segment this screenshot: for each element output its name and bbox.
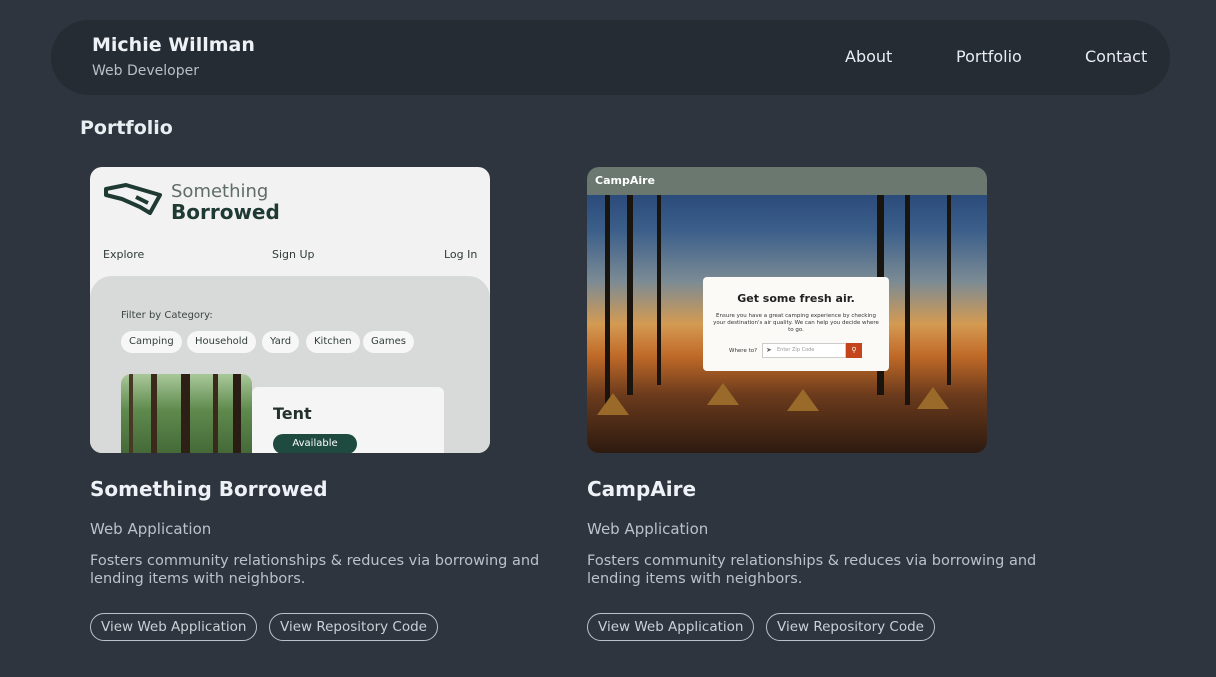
thumb-nav-explore: Explore [103,248,145,261]
thumb-input-label: Where to? [729,348,758,354]
thumb-chip: Games [363,331,414,353]
tree [947,195,951,385]
thumb-item-title: Tent [273,404,312,423]
hand-logo-icon [104,183,162,215]
tent [917,387,949,409]
project-type: Web Application [90,520,212,538]
thumb-chip: Camping [121,331,182,353]
thumb-chip: Household [187,331,256,353]
something-borrowed-thumbnail: Something Borrowed Explore Sign Up Log I… [90,167,490,453]
thumb-nav-login: Log In [444,248,478,261]
location-arrow-icon: ➤ [766,346,772,354]
search-icon: ⚲ [846,343,862,358]
brand-role: Web Developer [92,63,199,79]
tree [905,195,910,405]
view-repo-button[interactable]: View Repository Code [766,613,935,641]
campaire-thumbnail: CampAire Get some fresh air. Ensure you … [587,167,987,453]
nav-contact[interactable]: Contact [1085,47,1147,66]
tree [657,195,661,385]
thumb-filter-label: Filter by Category: [121,310,213,321]
thumb-modal-text: Ensure you have a great camping experien… [713,313,879,333]
tent [597,393,629,415]
view-repo-button[interactable]: View Repository Code [269,613,438,641]
thumb-nav-signup: Sign Up [272,248,315,261]
project-title: CampAire [587,477,697,501]
project-description: Fosters community relationships & reduce… [587,553,1037,587]
brand-name[interactable]: Michie Willman [92,34,255,56]
logo-line2: Borrowed [171,200,280,224]
thumb-chip: Kitchen [306,331,360,353]
logo-line1: Something [171,181,269,202]
thumb-zip-input: Enter Zip Code [762,343,846,358]
section-title: Portfolio [80,117,173,139]
thumb-modal-title: Get some fresh air. [737,292,855,305]
thumb-chip: Yard [262,331,300,353]
tent [787,389,819,411]
tree [605,195,610,405]
project-title: Something Borrowed [90,477,328,501]
thumb-tent-photo [121,374,252,453]
thumb-app-name: CampAire [595,174,656,187]
view-web-app-button[interactable]: View Web Application [90,613,258,641]
view-web-app-button[interactable]: View Web Application [587,613,755,641]
thumb-modal: Get some fresh air. Ensure you have a gr… [703,277,889,371]
thumb-status-badge: Available [273,434,357,453]
nav-about[interactable]: About [845,47,892,66]
project-description: Fosters community relationships & reduce… [90,553,540,587]
navbar: Michie Willman Web Developer About Portf… [51,20,1170,95]
tree [627,195,633,395]
project-type: Web Application [587,520,709,538]
tent [707,383,739,405]
nav-portfolio[interactable]: Portfolio [956,47,1022,66]
